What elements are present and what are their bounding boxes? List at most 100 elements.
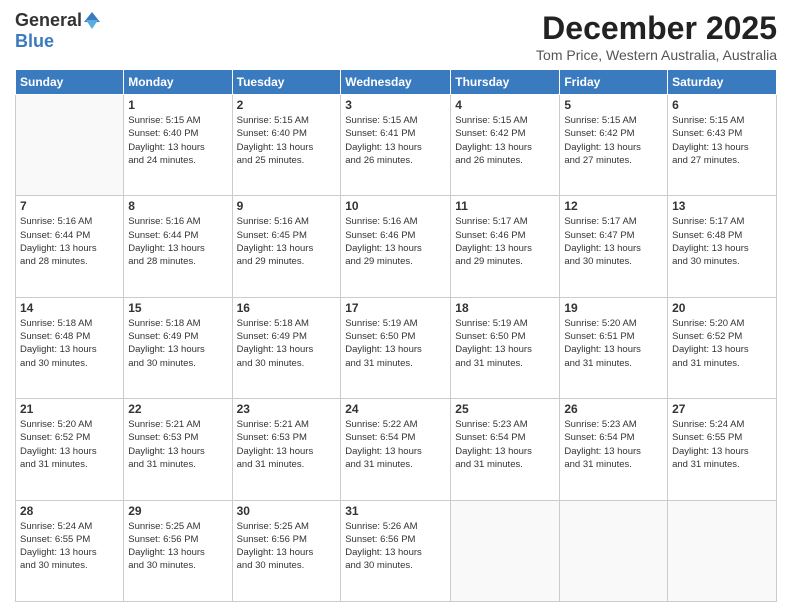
day-number: 5 xyxy=(564,98,663,112)
day-cell: 22 Sunrise: 5:21 AM Sunset: 6:53 PM Dayli… xyxy=(124,399,232,500)
day-number: 12 xyxy=(564,199,663,213)
week-row-3: 21Sunrise: 5:20 AM Sunset: 6:52 PM Dayli… xyxy=(16,399,777,500)
day-cell: 6 Sunrise: 5:15 AM Sunset: 6:43 PM Daylig… xyxy=(668,95,777,196)
day-header-saturday: Saturday xyxy=(668,70,777,95)
day-info: Sunrise: 5:16 AM Sunset: 6:44 PM Dayligh… xyxy=(20,215,119,268)
day-info: Sunrise: 5:22 AM Sunset: 6:54 PM Dayligh… xyxy=(345,418,446,471)
day-info: Sunrise: 5:25 AM Sunset: 6:56 PM Dayligh… xyxy=(128,520,227,573)
day-header-wednesday: Wednesday xyxy=(341,70,451,95)
day-number: 7 xyxy=(20,199,119,213)
day-header-sunday: Sunday xyxy=(16,70,124,95)
day-info: Sunrise: 5:20 AM Sunset: 6:52 PM Dayligh… xyxy=(672,317,772,370)
day-info: Sunrise: 5:19 AM Sunset: 6:50 PM Dayligh… xyxy=(455,317,555,370)
day-cell: 23Sunrise: 5:21 AM Sunset: 6:53 PM Dayli… xyxy=(232,399,341,500)
week-row-1: 7 Sunrise: 5:16 AM Sunset: 6:44 PM Daylig… xyxy=(16,196,777,297)
day-info: Sunrise: 5:17 AM Sunset: 6:47 PM Dayligh… xyxy=(564,215,663,268)
day-cell: 24Sunrise: 5:22 AM Sunset: 6:54 PM Dayli… xyxy=(341,399,451,500)
day-cell: 14Sunrise: 5:18 AM Sunset: 6:48 PM Dayli… xyxy=(16,297,124,398)
logo: General Blue xyxy=(15,10,100,52)
day-number: 4 xyxy=(455,98,555,112)
header: General Blue December 2025 Tom Price, We… xyxy=(15,10,777,63)
day-cell xyxy=(451,500,560,601)
day-info: Sunrise: 5:24 AM Sunset: 6:55 PM Dayligh… xyxy=(672,418,772,471)
day-cell: 9 Sunrise: 5:16 AM Sunset: 6:45 PM Daylig… xyxy=(232,196,341,297)
day-cell: 31Sunrise: 5:26 AM Sunset: 6:56 PM Dayli… xyxy=(341,500,451,601)
day-info: Sunrise: 5:16 AM Sunset: 6:44 PM Dayligh… xyxy=(128,215,227,268)
day-number: 10 xyxy=(345,199,446,213)
day-info: Sunrise: 5:21 AM Sunset: 6:53 PM Dayligh… xyxy=(128,418,227,471)
day-cell: 26 Sunrise: 5:23 AM Sunset: 6:54 PM Dayli… xyxy=(560,399,668,500)
day-cell: 12 Sunrise: 5:17 AM Sunset: 6:47 PM Dayli… xyxy=(560,196,668,297)
day-number: 28 xyxy=(20,504,119,518)
logo-blue: Blue xyxy=(15,31,54,51)
day-cell: 20 Sunrise: 5:20 AM Sunset: 6:52 PM Dayli… xyxy=(668,297,777,398)
day-number: 15 xyxy=(128,301,227,315)
day-number: 14 xyxy=(20,301,119,315)
day-cell: 3Sunrise: 5:15 AM Sunset: 6:41 PM Daylig… xyxy=(341,95,451,196)
day-number: 27 xyxy=(672,402,772,416)
day-info: Sunrise: 5:19 AM Sunset: 6:50 PM Dayligh… xyxy=(345,317,446,370)
day-cell: 10 Sunrise: 5:16 AM Sunset: 6:46 PM Dayli… xyxy=(341,196,451,297)
day-number: 20 xyxy=(672,301,772,315)
day-cell: 29 Sunrise: 5:25 AM Sunset: 6:56 PM Dayli… xyxy=(124,500,232,601)
day-info: Sunrise: 5:15 AM Sunset: 6:40 PM Dayligh… xyxy=(128,114,227,167)
day-number: 22 xyxy=(128,402,227,416)
day-number: 21 xyxy=(20,402,119,416)
day-cell xyxy=(16,95,124,196)
day-info: Sunrise: 5:16 AM Sunset: 6:46 PM Dayligh… xyxy=(345,215,446,268)
day-cell: 25Sunrise: 5:23 AM Sunset: 6:54 PM Dayli… xyxy=(451,399,560,500)
day-cell: 13Sunrise: 5:17 AM Sunset: 6:48 PM Dayli… xyxy=(668,196,777,297)
day-number: 17 xyxy=(345,301,446,315)
day-number: 3 xyxy=(345,98,446,112)
day-cell xyxy=(560,500,668,601)
day-cell: 4Sunrise: 5:15 AM Sunset: 6:42 PM Daylig… xyxy=(451,95,560,196)
day-cell: 1 Sunrise: 5:15 AM Sunset: 6:40 PM Daylig… xyxy=(124,95,232,196)
day-cell: 18 Sunrise: 5:19 AM Sunset: 6:50 PM Dayli… xyxy=(451,297,560,398)
day-cell: 21Sunrise: 5:20 AM Sunset: 6:52 PM Dayli… xyxy=(16,399,124,500)
day-info: Sunrise: 5:23 AM Sunset: 6:54 PM Dayligh… xyxy=(564,418,663,471)
day-number: 2 xyxy=(237,98,337,112)
day-cell: 27 Sunrise: 5:24 AM Sunset: 6:55 PM Dayli… xyxy=(668,399,777,500)
day-number: 23 xyxy=(237,402,337,416)
day-info: Sunrise: 5:25 AM Sunset: 6:56 PM Dayligh… xyxy=(237,520,337,573)
day-info: Sunrise: 5:15 AM Sunset: 6:43 PM Dayligh… xyxy=(672,114,772,167)
calendar-page: General Blue December 2025 Tom Price, We… xyxy=(0,0,792,612)
day-cell: 19 Sunrise: 5:20 AM Sunset: 6:51 PM Dayli… xyxy=(560,297,668,398)
day-info: Sunrise: 5:23 AM Sunset: 6:54 PM Dayligh… xyxy=(455,418,555,471)
days-header-row: SundayMondayTuesdayWednesdayThursdayFrid… xyxy=(16,70,777,95)
day-number: 18 xyxy=(455,301,555,315)
day-cell: 17 Sunrise: 5:19 AM Sunset: 6:50 PM Dayli… xyxy=(341,297,451,398)
day-info: Sunrise: 5:15 AM Sunset: 6:42 PM Dayligh… xyxy=(564,114,663,167)
day-header-friday: Friday xyxy=(560,70,668,95)
day-cell xyxy=(668,500,777,601)
day-number: 1 xyxy=(128,98,227,112)
day-header-thursday: Thursday xyxy=(451,70,560,95)
day-number: 29 xyxy=(128,504,227,518)
day-info: Sunrise: 5:16 AM Sunset: 6:45 PM Dayligh… xyxy=(237,215,337,268)
week-row-4: 28 Sunrise: 5:24 AM Sunset: 6:55 PM Dayli… xyxy=(16,500,777,601)
day-cell: 2 Sunrise: 5:15 AM Sunset: 6:40 PM Daylig… xyxy=(232,95,341,196)
day-cell: 8 Sunrise: 5:16 AM Sunset: 6:44 PM Daylig… xyxy=(124,196,232,297)
day-number: 31 xyxy=(345,504,446,518)
logo-general: General xyxy=(15,10,82,31)
title-block: December 2025 Tom Price, Western Austral… xyxy=(536,10,777,63)
day-number: 19 xyxy=(564,301,663,315)
day-info: Sunrise: 5:24 AM Sunset: 6:55 PM Dayligh… xyxy=(20,520,119,573)
day-cell: 5 Sunrise: 5:15 AM Sunset: 6:42 PM Daylig… xyxy=(560,95,668,196)
month-title: December 2025 xyxy=(536,10,777,47)
day-number: 16 xyxy=(237,301,337,315)
day-info: Sunrise: 5:17 AM Sunset: 6:48 PM Dayligh… xyxy=(672,215,772,268)
day-number: 26 xyxy=(564,402,663,416)
day-number: 9 xyxy=(237,199,337,213)
calendar-table: SundayMondayTuesdayWednesdayThursdayFrid… xyxy=(15,69,777,602)
day-cell: 28 Sunrise: 5:24 AM Sunset: 6:55 PM Dayli… xyxy=(16,500,124,601)
day-number: 11 xyxy=(455,199,555,213)
day-cell: 7 Sunrise: 5:16 AM Sunset: 6:44 PM Daylig… xyxy=(16,196,124,297)
day-number: 6 xyxy=(672,98,772,112)
week-row-0: 1 Sunrise: 5:15 AM Sunset: 6:40 PM Daylig… xyxy=(16,95,777,196)
day-info: Sunrise: 5:20 AM Sunset: 6:51 PM Dayligh… xyxy=(564,317,663,370)
day-info: Sunrise: 5:17 AM Sunset: 6:46 PM Dayligh… xyxy=(455,215,555,268)
day-info: Sunrise: 5:15 AM Sunset: 6:40 PM Dayligh… xyxy=(237,114,337,167)
day-cell: 16Sunrise: 5:18 AM Sunset: 6:49 PM Dayli… xyxy=(232,297,341,398)
day-number: 8 xyxy=(128,199,227,213)
